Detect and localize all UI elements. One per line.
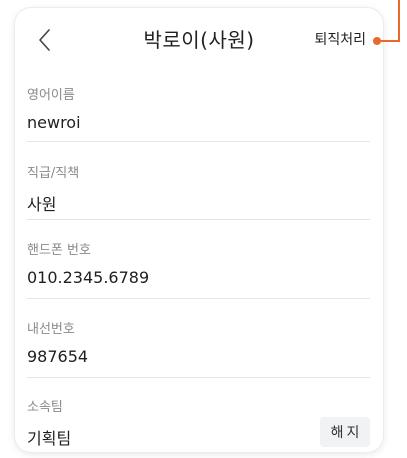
- mobile-value[interactable]: 010.2345.6789: [27, 268, 370, 287]
- position-label: 직급/직책: [27, 166, 80, 181]
- english-name-field: 영어이름 newroi: [27, 84, 370, 142]
- english-name-label: 영어이름: [27, 88, 75, 103]
- annotation-line-vertical: [398, 0, 400, 42]
- team-release-button[interactable]: 해지: [320, 417, 370, 447]
- resign-button[interactable]: 퇴직처리: [314, 29, 366, 49]
- employee-detail-card: 박로이(사원) 퇴직처리 영어이름 newroi 직급/직책 사원 핸드폰 번호…: [15, 8, 383, 452]
- team-label: 소속팀: [27, 400, 63, 415]
- back-button[interactable]: [35, 26, 57, 54]
- team-field: 소속팀 기획팀 해지: [27, 396, 370, 452]
- chevron-left-icon: [39, 29, 50, 51]
- extension-field: 내선번호 987654: [27, 318, 370, 378]
- english-name-value[interactable]: newroi: [27, 113, 370, 132]
- position-value[interactable]: 사원: [27, 191, 370, 215]
- annotation-line: [380, 40, 400, 42]
- header: 박로이(사원) 퇴직처리: [15, 8, 383, 70]
- extension-label: 내선번호: [27, 322, 75, 337]
- mobile-label: 핸드폰 번호: [27, 243, 91, 258]
- position-field: 직급/직책 사원: [27, 162, 370, 220]
- team-value: 기획팀: [27, 429, 72, 448]
- mobile-field: 핸드폰 번호 010.2345.6789: [27, 239, 370, 299]
- screen: 박로이(사원) 퇴직처리 영어이름 newroi 직급/직책 사원 핸드폰 번호…: [0, 0, 407, 458]
- extension-value[interactable]: 987654: [27, 347, 370, 366]
